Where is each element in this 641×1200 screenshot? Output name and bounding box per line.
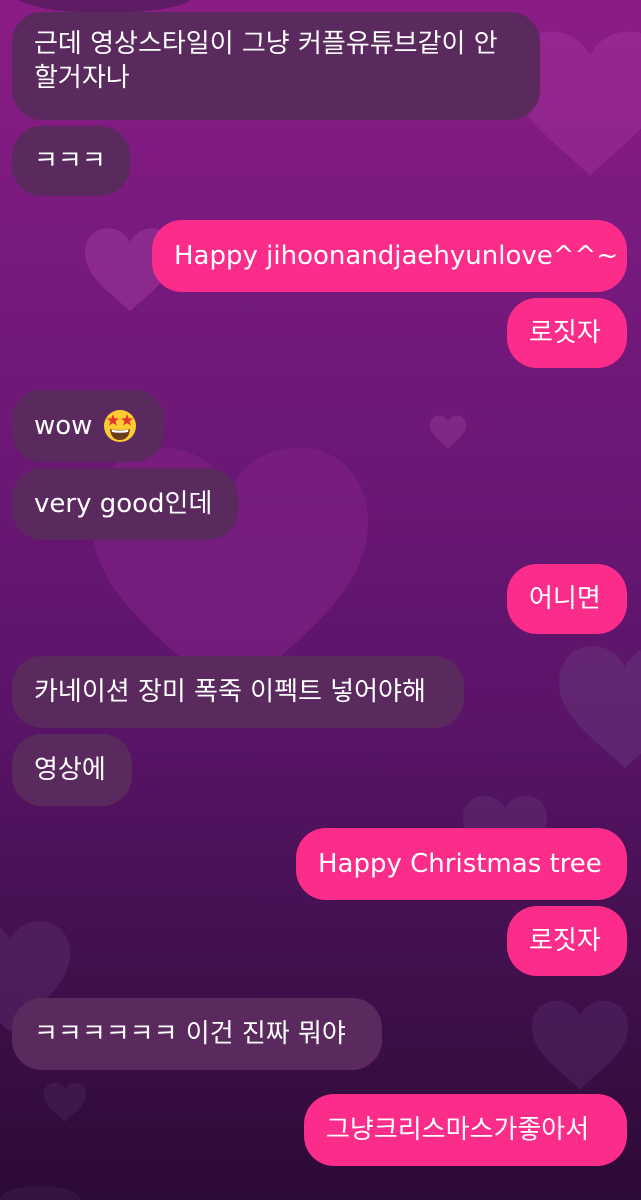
outgoing-message-bubble[interactable]: 로짓자 (507, 906, 627, 976)
incoming-message-bubble[interactable]: very good인데 (12, 468, 238, 540)
incoming-message-bubble[interactable]: 근데 영상스타일이 그냥 커플유튜브같이 안 할거자나 (12, 12, 540, 120)
outgoing-message-bubble[interactable]: 어니면 (507, 564, 627, 634)
incoming-message-bubble[interactable]: ㅋㅋㅋ (12, 126, 130, 196)
message-text: ㅋㅋㅋ (34, 146, 106, 176)
message-text: Happy Christmas tree (318, 849, 602, 879)
message-text: 로짓자 (529, 318, 601, 348)
message-text: 카네이션 장미 폭죽 이펙트 넣어야해 (34, 677, 426, 707)
outgoing-message-bubble[interactable]: 그냥크리스마스가좋아서 (304, 1094, 627, 1166)
incoming-message-bubble[interactable]: wow (12, 390, 164, 462)
outgoing-message-bubble[interactable]: Happy Christmas tree (296, 828, 627, 900)
message-text: ㅋㅋㅋㅋㅋㅋ 이건 진짜 뭐야 (34, 1019, 346, 1049)
outgoing-message-bubble[interactable]: Happy jihoonandjaehyunlove^^~ (152, 220, 627, 292)
incoming-message-bubble[interactable]: ㅋㅋㅋㅋㅋㅋ 이건 진짜 뭐야 (12, 998, 382, 1070)
outgoing-message-bubble[interactable]: 로짓자 (507, 298, 627, 368)
incoming-message-bubble[interactable]: 카네이션 장미 폭죽 이펙트 넣어야해 (12, 656, 464, 728)
message-text: Happy jihoonandjaehyunlove^^~ (174, 241, 619, 271)
message-text: very good인데 (34, 489, 213, 519)
star-struck-emoji-icon (104, 410, 137, 442)
incoming-message-bubble[interactable]: 영상에 (12, 734, 132, 806)
message-text: wow (34, 411, 93, 441)
message-text: 근데 영상스타일이 그냥 커플유튜브같이 안 할거자나 (34, 29, 498, 93)
message-text: 로짓자 (529, 926, 601, 956)
message-text: 어니면 (529, 584, 601, 614)
message-text: 그냥크리스마스가좋아서 (326, 1115, 590, 1145)
message-text: 영상에 (34, 755, 106, 785)
